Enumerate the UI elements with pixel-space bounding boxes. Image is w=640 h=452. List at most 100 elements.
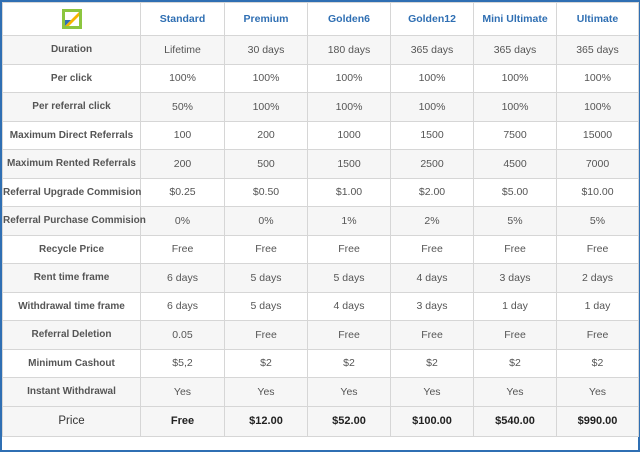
table-cell: Lifetime <box>140 35 225 65</box>
plan-header-premium: Premium <box>224 2 308 36</box>
table-cell: 200 <box>140 149 225 179</box>
table-cell: Yes <box>224 377 308 407</box>
table-cell: 5 days <box>224 263 308 293</box>
table-row: Referral Purchase Commision 0% 0% 1% 2% 5% 5% <box>2 206 639 236</box>
table-cell: 100% <box>556 63 639 93</box>
table-row: Maximum Rented Referrals 200 500 1500 2500 45… <box>2 149 639 179</box>
table-cell: 1500 <box>307 149 391 179</box>
plan-header-golden6: Golden6 <box>307 2 391 36</box>
table-cell: $2 <box>390 348 474 378</box>
table-cell: $2.00 <box>390 177 474 207</box>
table-row: Minimum Cashout $5,2 $2 $2 $2 $2 $2 <box>2 348 639 378</box>
row-label: Referral Deletion <box>2 320 141 350</box>
table-row: Referral Upgrade Commision $0.25 $0.50 $1.0… <box>2 177 639 207</box>
table-row: Withdrawal time frame 6 days 5 days 4 days 3… <box>2 291 639 321</box>
price-standard: Free <box>140 405 225 437</box>
price-row: Price Free $12.00 $52.00 $100.00 $540.00… <box>2 405 639 437</box>
table-cell: $2 <box>307 348 391 378</box>
table-cell: 365 days <box>390 35 474 65</box>
table-row: Referral Deletion 0.05 Free Free Free Free Fre… <box>2 320 639 350</box>
table-cell: 3 days <box>390 291 474 321</box>
table-cell: 1500 <box>390 120 474 150</box>
table-cell: 5% <box>556 206 639 236</box>
table-row: Recycle Price Free Free Free Free Free Free <box>2 234 639 264</box>
table-cell: 2500 <box>390 149 474 179</box>
row-label: Maximum Rented Referrals <box>2 149 141 179</box>
table-cell: 6 days <box>140 291 225 321</box>
table-cell: 100% <box>390 63 474 93</box>
table-cell: Free <box>224 234 308 264</box>
table-cell: $5.00 <box>473 177 557 207</box>
price-label: Price <box>2 405 141 437</box>
table-cell: 15000 <box>556 120 639 150</box>
table-cell: 0% <box>140 206 225 236</box>
row-label: Recycle Price <box>2 234 141 264</box>
table-cell: 6 days <box>140 263 225 293</box>
table-row: Per click 100% 100% 100% 100% 100% 100% <box>2 63 639 93</box>
table-cell: 100% <box>224 63 308 93</box>
row-label: Minimum Cashout <box>2 348 141 378</box>
table-cell: 200 <box>224 120 308 150</box>
table-cell: 7000 <box>556 149 639 179</box>
feature-rows: Duration Lifetime 30 days 180 days 365 days 3… <box>2 35 639 407</box>
table-cell: 100% <box>140 63 225 93</box>
table-cell: $10.00 <box>556 177 639 207</box>
table-cell: 5% <box>473 206 557 236</box>
table-cell: 1 day <box>556 291 639 321</box>
table-cell: Free <box>140 234 225 264</box>
table-cell: 4500 <box>473 149 557 179</box>
table-row: Instant Withdrawal Yes Yes Yes Yes Yes Yes <box>2 377 639 407</box>
table-cell: 1 day <box>473 291 557 321</box>
row-label: Per referral click <box>2 92 141 122</box>
row-label: Instant Withdrawal <box>2 377 141 407</box>
table-cell: Free <box>556 320 639 350</box>
table-cell: 1000 <box>307 120 391 150</box>
table-cell: 50% <box>140 92 225 122</box>
table-cell: 180 days <box>307 35 391 65</box>
row-label: Withdrawal time frame <box>2 291 141 321</box>
table-cell: Yes <box>556 377 639 407</box>
table-cell: 5 days <box>307 263 391 293</box>
brand-logo-icon <box>61 9 82 29</box>
table-cell: Free <box>307 234 391 264</box>
table-row: Maximum Direct Referrals 100 200 1000 1500 75… <box>2 120 639 150</box>
table-cell: 3 days <box>473 263 557 293</box>
table-cell: 4 days <box>307 291 391 321</box>
table-cell: 2% <box>390 206 474 236</box>
table-cell: $2 <box>473 348 557 378</box>
price-mini-ultimate: $540.00 <box>473 405 557 437</box>
table-cell: Free <box>390 320 474 350</box>
plan-header-golden12: Golden12 <box>390 2 474 36</box>
table-cell: Free <box>224 320 308 350</box>
row-label: Per click <box>2 63 141 93</box>
table-cell: Yes <box>140 377 225 407</box>
price-premium: $12.00 <box>224 405 308 437</box>
row-label: Maximum Direct Referrals <box>2 120 141 150</box>
table-row: Rent time frame 6 days 5 days 5 days 4 days 3… <box>2 263 639 293</box>
header-row: Standard Premium Golden6 Golden12 Mini U… <box>2 2 639 36</box>
logo-cell <box>2 2 141 36</box>
table-cell: 365 days <box>556 35 639 65</box>
table-cell: Free <box>390 234 474 264</box>
price-golden12: $100.00 <box>390 405 474 437</box>
plan-header-mini-ultimate: Mini Ultimate <box>473 2 557 36</box>
table-cell: 100% <box>390 92 474 122</box>
row-label: Duration <box>2 35 141 65</box>
table-cell: $5,2 <box>140 348 225 378</box>
table-row: Duration Lifetime 30 days 180 days 365 days 3… <box>2 35 639 65</box>
table-cell: 100% <box>307 92 391 122</box>
table-cell: 0% <box>224 206 308 236</box>
table-cell: Yes <box>307 377 391 407</box>
membership-comparison-table: Standard Premium Golden6 Golden12 Mini U… <box>2 2 639 437</box>
table-cell: 100 <box>140 120 225 150</box>
table-cell: Free <box>473 234 557 264</box>
table-cell: 1% <box>307 206 391 236</box>
price-golden6: $52.00 <box>307 405 391 437</box>
table-cell: Free <box>473 320 557 350</box>
plan-header-ultimate: Ultimate <box>556 2 639 36</box>
plan-header-standard: Standard <box>140 2 225 36</box>
table-row: Per referral click 50% 100% 100% 100% 100% 100… <box>2 92 639 122</box>
row-label: Referral Purchase Commision <box>2 206 146 236</box>
table-cell: $1.00 <box>307 177 391 207</box>
table-cell: Yes <box>473 377 557 407</box>
